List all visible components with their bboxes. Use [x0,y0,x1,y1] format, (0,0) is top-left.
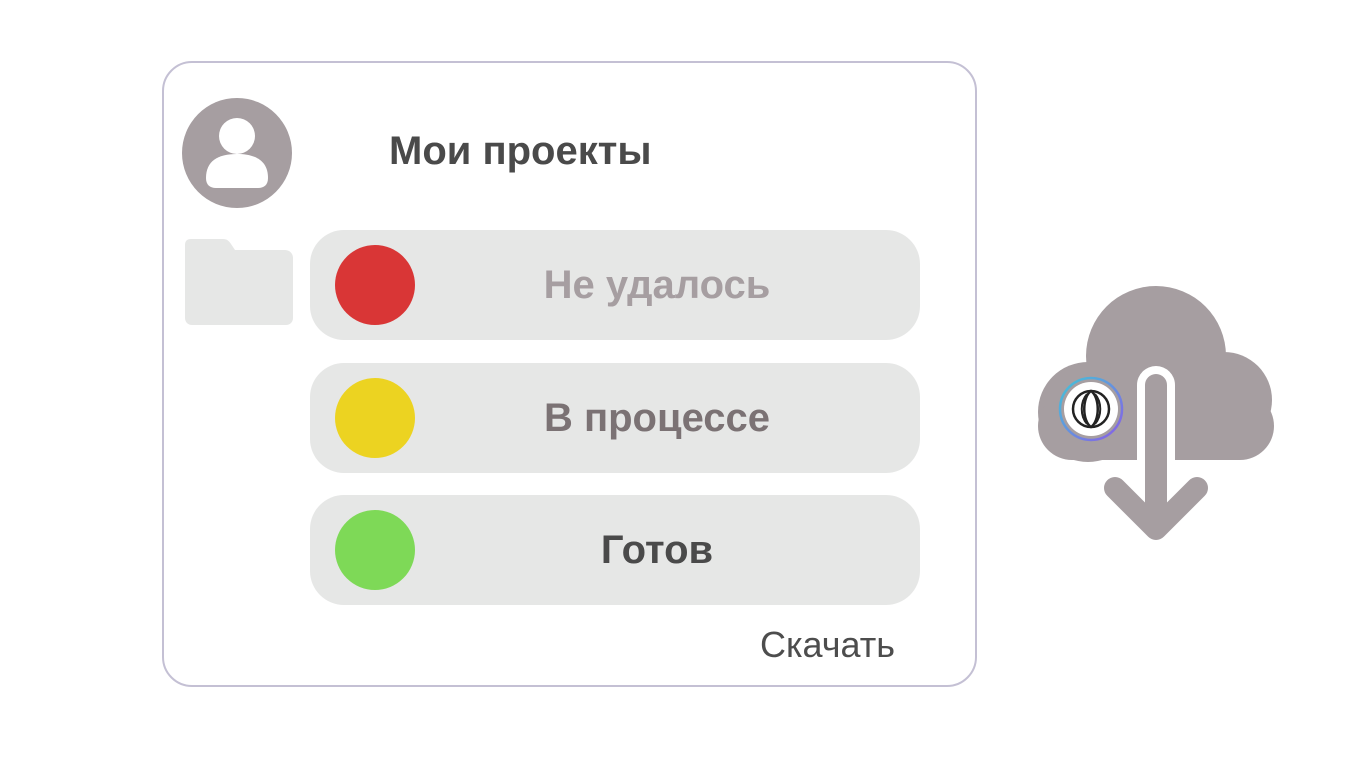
stage: Мои проекты Не удалось В процессе Готов … [0,0,1366,768]
download-link[interactable]: Скачать [760,623,895,667]
status-label: Готов [600,528,714,572]
status-item-done[interactable]: Готов [310,495,920,605]
folder-icon[interactable] [185,239,293,325]
status-item-in-progress[interactable]: В процессе [310,363,920,473]
status-dot-red-icon [335,245,415,325]
status-dot-green-icon [335,510,415,590]
status-dot-yellow-icon [335,378,415,458]
page-title: Мои проекты [389,129,652,173]
user-avatar-icon[interactable] [182,98,292,208]
app-badge-graphic [1058,376,1124,442]
app-badge-icon[interactable] [1058,376,1124,442]
folder-shape [185,239,293,325]
status-label: Не удалось [543,263,771,307]
user-icon [206,118,268,188]
status-label: В процессе [543,396,771,440]
status-item-failed[interactable]: Не удалось [310,230,920,340]
